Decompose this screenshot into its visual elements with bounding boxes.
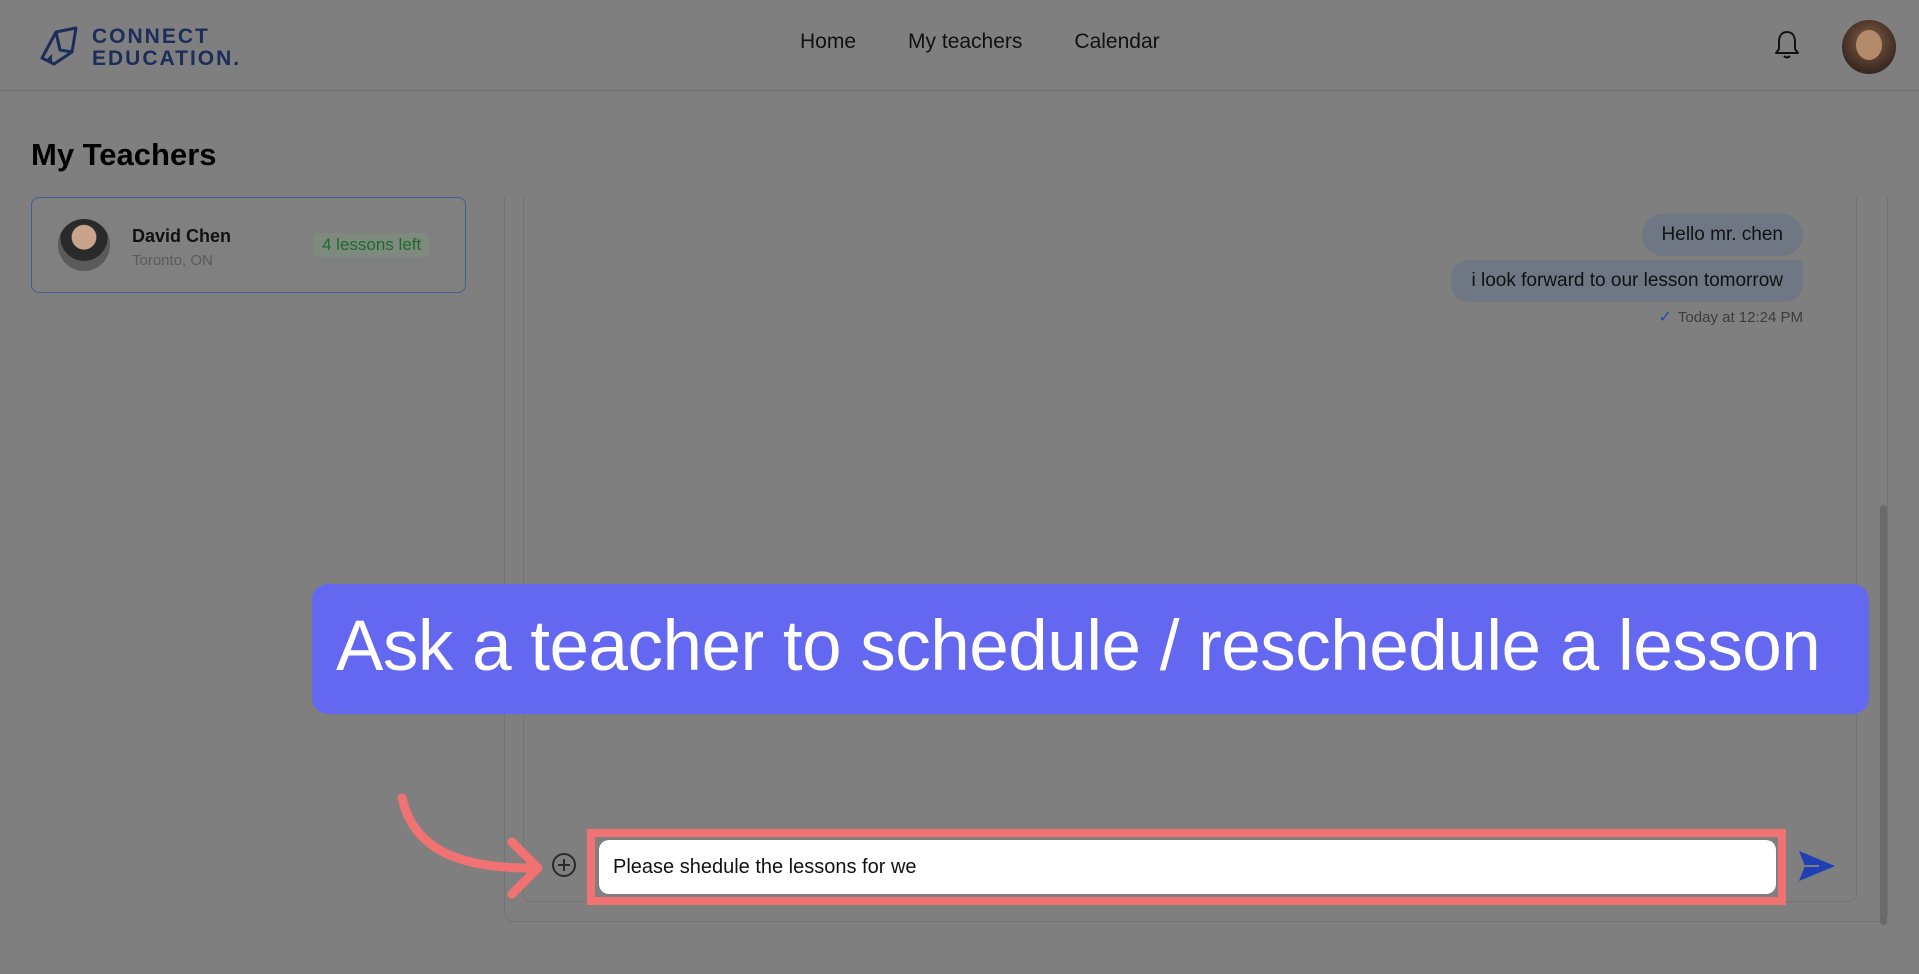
teacher-location: Toronto, ON	[132, 252, 213, 269]
instruction-banner: Ask a teacher to schedule / reschedule a…	[312, 584, 1869, 714]
nav-home[interactable]: Home	[800, 30, 856, 54]
logo-text: CONNECT EDUCATION.	[92, 26, 241, 70]
teacher-name: David Chen	[132, 226, 232, 246]
message-timestamp: ✓ Today at 12:24 PM	[1659, 307, 1803, 327]
teacher-avatar	[58, 219, 110, 271]
bell-icon[interactable]	[1772, 28, 1802, 62]
connect-education-logo[interactable]: CONNECT EDUCATION.	[36, 24, 239, 74]
banner-text: Ask a teacher to schedule / reschedule a…	[336, 607, 1821, 686]
page-title: My Teachers	[31, 137, 217, 172]
chat-scrollbar[interactable]	[1880, 505, 1887, 925]
main-nav: Home My teachers Calendar	[800, 30, 1160, 54]
logo-line-2: EDUCATION.	[92, 47, 242, 70]
curved-arrow-icon	[397, 793, 543, 899]
nav-my-teachers[interactable]: My teachers	[908, 30, 1022, 54]
logo-line-1: CONNECT	[92, 25, 210, 48]
logo-mark-icon	[40, 26, 78, 66]
top-header: CONNECT EDUCATION. Home My teachers Cale…	[0, 0, 1919, 91]
teacher-card-david-chen[interactable]: David Chen Toronto, ON 4 lessons left	[31, 197, 466, 293]
lessons-left-badge: 4 lessons left	[314, 233, 430, 257]
send-icon[interactable]	[1797, 848, 1837, 884]
timestamp-text: Today at 12:24 PM	[1677, 308, 1803, 326]
checkmark-icon: ✓	[1658, 309, 1672, 326]
message-input[interactable]	[599, 840, 1776, 894]
chat-message-bubble: Hello mr. chen	[1641, 214, 1803, 256]
chat-messages-area	[523, 197, 1857, 902]
nav-calendar[interactable]: Calendar	[1074, 30, 1159, 54]
user-avatar[interactable]	[1842, 20, 1896, 74]
attach-plus-icon[interactable]	[551, 852, 577, 878]
chat-message-bubble: i look forward to our lesson tomorrow	[1451, 260, 1803, 302]
